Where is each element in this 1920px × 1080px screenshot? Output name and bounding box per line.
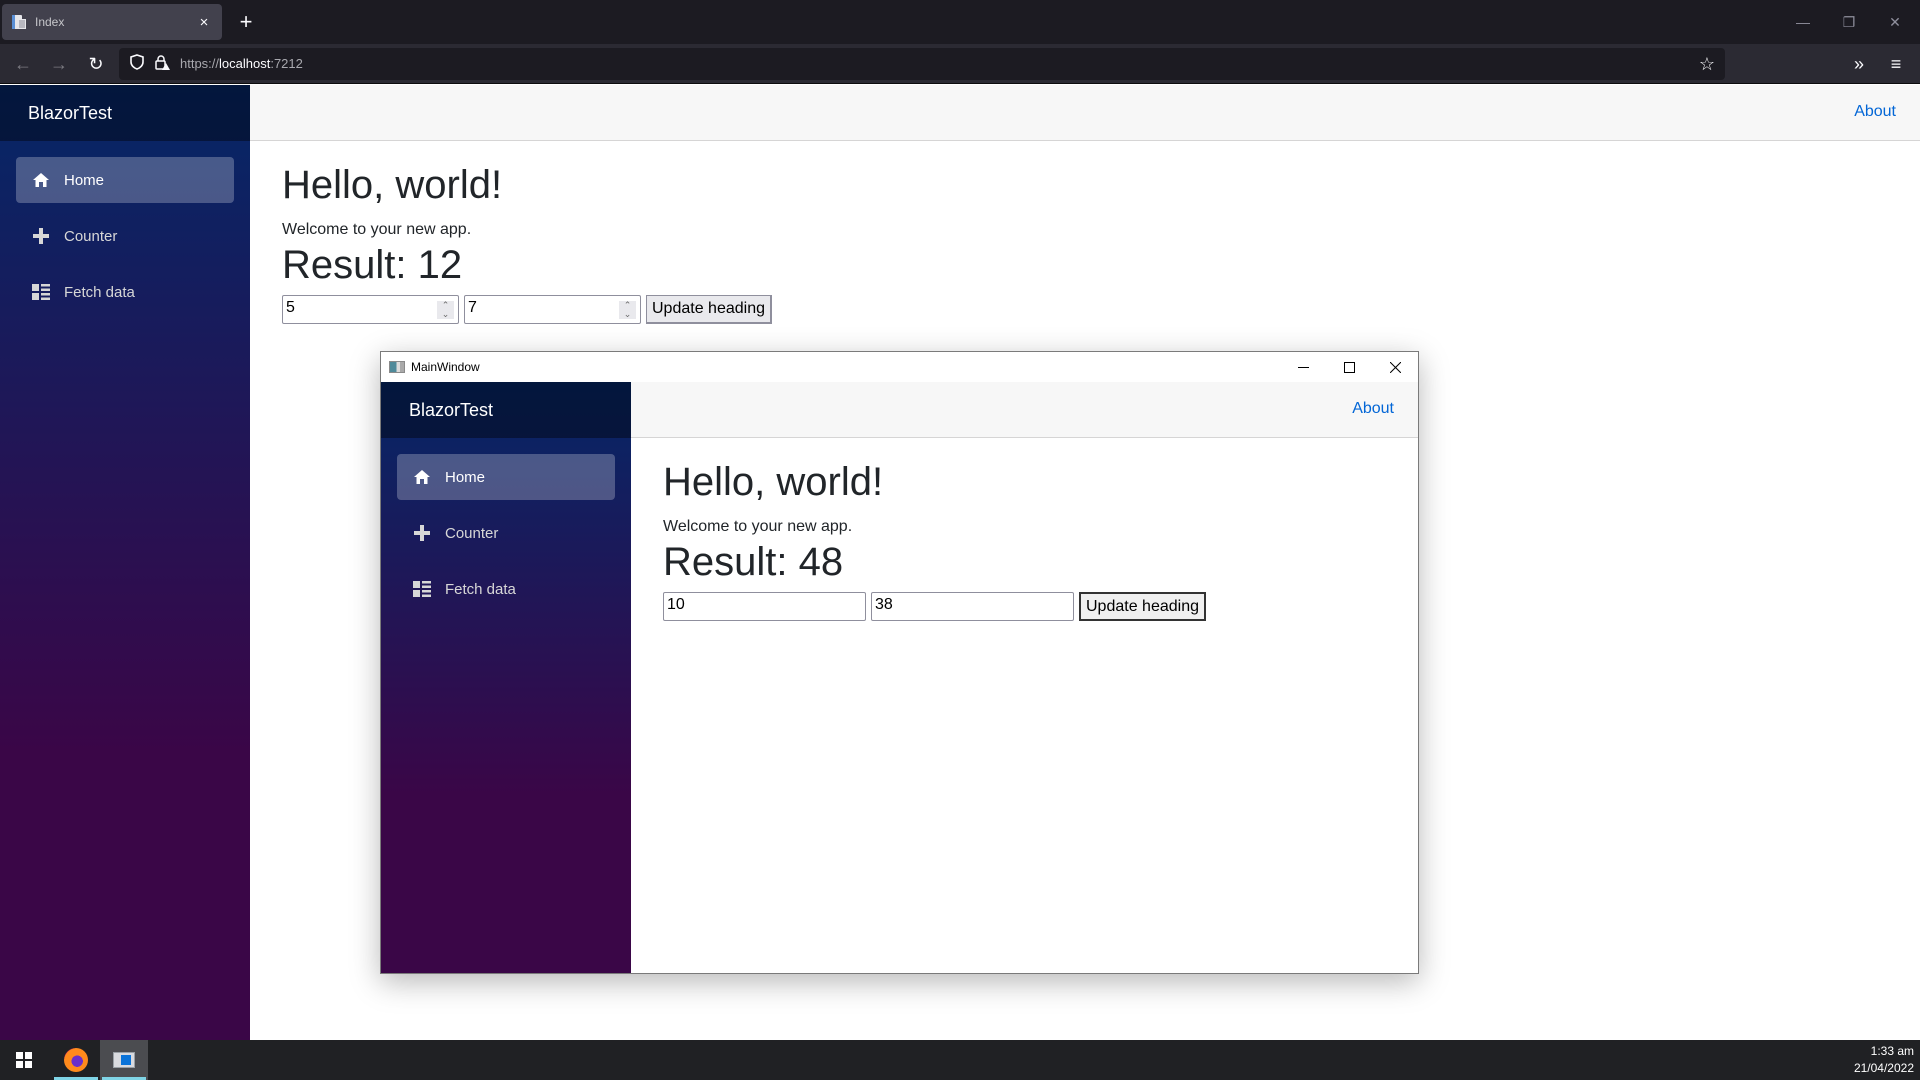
home-icon: [412, 469, 432, 485]
plus-icon: [412, 524, 432, 542]
nav-item-label: Counter: [445, 524, 499, 542]
url-text[interactable]: https://localhost:7212: [180, 56, 303, 71]
nav-item-label: Fetch data: [445, 580, 516, 598]
taskbar: 1:33 am 21/04/2022: [0, 1040, 1920, 1080]
taskbar-firefox[interactable]: [52, 1040, 100, 1080]
page-icon: [11, 14, 27, 30]
home-icon: [31, 172, 51, 188]
number-input-a[interactable]: 5 ⌃ ⌄: [282, 295, 459, 324]
welcome-text: Welcome to your new app.: [663, 518, 853, 535]
minimize-button[interactable]: —: [1780, 0, 1826, 44]
nav-menu: Home Counter Fetch data: [0, 141, 250, 315]
clock-date: 21/04/2022: [1853, 1061, 1914, 1075]
reload-button[interactable]: ↻: [82, 50, 110, 78]
about-link[interactable]: About: [1854, 103, 1896, 121]
window-title-bar[interactable]: MainWindow: [381, 352, 1418, 382]
top-row: About: [250, 85, 1920, 141]
firefox-icon: [64, 1048, 88, 1072]
browser-tab-bar: Index × + — ❐ ✕: [0, 0, 1920, 44]
sidebar: BlazorTest Home Counter Fetch data: [0, 85, 250, 1040]
clock-time: 1:33 am: [1870, 1044, 1914, 1058]
window-app-icon: [113, 1052, 135, 1068]
nav-item-counter[interactable]: Counter: [16, 213, 234, 259]
update-heading-button[interactable]: Update heading: [646, 295, 772, 324]
browser-tab[interactable]: Index ×: [2, 4, 222, 40]
input-row: 5 ⌃ ⌄ 7 ⌃ ⌄ Update heading: [282, 295, 772, 324]
window-close-button[interactable]: [1372, 352, 1418, 382]
restore-button[interactable]: ❐: [1826, 0, 1872, 44]
start-button[interactable]: [0, 1040, 48, 1080]
nav-item-counter[interactable]: Counter: [397, 510, 615, 556]
tab-title: Index: [35, 15, 65, 29]
address-bar[interactable]: https://localhost:7212 ☆: [119, 48, 1725, 80]
window-page: BlazorTest Home Counter Fetch data About: [381, 382, 1418, 973]
list-icon: [31, 284, 51, 300]
input-row: 10 38 Update heading: [663, 592, 1206, 621]
nav-item-fetch-data[interactable]: Fetch data: [397, 566, 615, 612]
sidebar: BlazorTest Home Counter Fetch data: [381, 382, 631, 973]
new-tab-button[interactable]: +: [232, 8, 260, 36]
nav-item-label: Home: [445, 468, 486, 486]
window-maximize-button[interactable]: [1326, 352, 1372, 382]
spinner-icon[interactable]: ⌃ ⌄: [437, 301, 454, 319]
taskbar-mainwindow[interactable]: [100, 1040, 148, 1080]
number-input-b[interactable]: 7 ⌃ ⌄: [464, 295, 641, 324]
top-row: About: [631, 382, 1418, 438]
taskbar-clock[interactable]: 1:33 am 21/04/2022: [1854, 1043, 1914, 1077]
bookmark-star-icon[interactable]: ☆: [1699, 53, 1715, 75]
result-heading: Result: 48: [663, 540, 844, 584]
main-window: MainWindow BlazorTest Home Counter Fetch…: [380, 351, 1419, 974]
page-heading: Hello, world!: [282, 163, 503, 207]
back-button[interactable]: ←: [9, 50, 37, 78]
nav-item-label: Home: [64, 171, 105, 189]
nav-item-home[interactable]: Home: [397, 454, 615, 500]
close-tab-icon[interactable]: ×: [192, 14, 216, 31]
plus-icon: [31, 227, 51, 245]
forward-button[interactable]: →: [45, 50, 73, 78]
result-heading: Result: 12: [282, 243, 463, 287]
welcome-text: Welcome to your new app.: [282, 221, 472, 238]
page-heading: Hello, world!: [663, 460, 884, 504]
page-content: Hello, world! Welcome to your new app. R…: [282, 161, 772, 324]
hamburger-menu-button[interactable]: ≡: [1882, 50, 1910, 78]
overflow-menu-button[interactable]: »: [1845, 50, 1873, 78]
window-minimize-button[interactable]: [1280, 352, 1326, 382]
close-window-button[interactable]: ✕: [1872, 0, 1918, 44]
nav-item-label: Fetch data: [64, 283, 135, 301]
tracking-shield-icon[interactable]: [127, 54, 147, 74]
window-app-icon: [389, 361, 405, 373]
brand-link[interactable]: BlazorTest: [0, 85, 250, 141]
about-link[interactable]: About: [1352, 400, 1394, 418]
number-input-b[interactable]: 38: [871, 592, 1074, 621]
page-content: Hello, world! Welcome to your new app. R…: [663, 458, 1206, 621]
lock-warning-icon[interactable]: [152, 54, 172, 74]
window-title: MainWindow: [411, 360, 480, 374]
brand-link[interactable]: BlazorTest: [381, 382, 631, 438]
nav-item-fetch-data[interactable]: Fetch data: [16, 269, 234, 315]
windows-logo-icon: [16, 1052, 32, 1068]
nav-menu: Home Counter Fetch data: [381, 438, 631, 612]
nav-item-home[interactable]: Home: [16, 157, 234, 203]
list-icon: [412, 581, 432, 597]
update-heading-button[interactable]: Update heading: [1079, 592, 1206, 621]
nav-item-label: Counter: [64, 227, 118, 245]
spinner-icon[interactable]: ⌃ ⌄: [619, 301, 636, 319]
number-input-a[interactable]: 10: [663, 592, 866, 621]
browser-nav-bar: ← → ↻ https://localhost:7212 ☆ » ≡: [0, 44, 1920, 84]
